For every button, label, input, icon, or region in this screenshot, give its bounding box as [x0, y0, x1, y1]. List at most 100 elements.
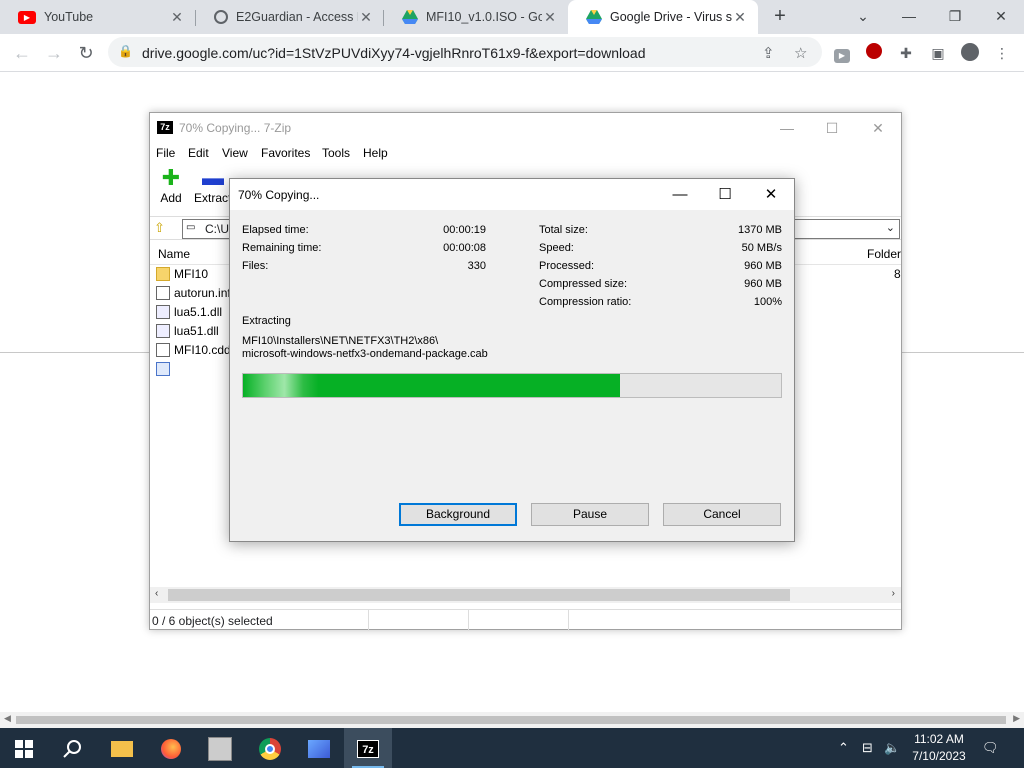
- tab-google-drive-virus-scan[interactable]: Google Drive - Virus sc ✕: [568, 0, 758, 34]
- back-arrow-icon[interactable]: ←: [8, 39, 36, 67]
- bookmark-star-icon[interactable]: ☆: [794, 44, 807, 62]
- minimize-icon[interactable]: —: [660, 183, 700, 207]
- dialog-title: 70% Copying...: [238, 188, 320, 202]
- extract-button[interactable]: ▬ Extract: [194, 165, 234, 205]
- close-icon[interactable]: ✕: [732, 9, 748, 25]
- reload-icon[interactable]: ↻: [72, 39, 100, 67]
- url-text: drive.google.com/uc?id=1StVzPUVdiXyy74-v…: [142, 45, 646, 61]
- menu-edit[interactable]: Edit: [188, 146, 209, 160]
- app2-icon[interactable]: [295, 728, 343, 768]
- menu-help[interactable]: Help: [363, 146, 388, 160]
- archive-file-icon: [156, 362, 170, 376]
- tab-youtube[interactable]: ▶ YouTube ✕: [0, 0, 195, 34]
- file-list-horizontal-scrollbar[interactable]: ‹ ›: [150, 587, 901, 603]
- processed-label: Processed:: [539, 260, 595, 272]
- share-icon[interactable]: ⇪: [762, 44, 775, 62]
- maximize-icon[interactable]: ☐: [705, 183, 745, 207]
- taskbar-clock[interactable]: 11:02 AM 7/10/2023: [906, 731, 972, 765]
- file-name: MFI10.cdd: [174, 343, 231, 357]
- firefox-icon[interactable]: [147, 728, 195, 768]
- dialog-titlebar: 70% Copying... — ☐ ✕: [230, 179, 794, 210]
- background-button[interactable]: Background: [399, 503, 517, 526]
- drive-icon: ▭: [186, 222, 196, 233]
- menu-kebab-icon[interactable]: ⋮: [992, 43, 1012, 63]
- files-value: 330: [467, 260, 486, 272]
- tab-title: E2Guardian - Access De: [236, 10, 358, 24]
- tab-e2guardian[interactable]: E2Guardian - Access De ✕: [196, 0, 384, 34]
- close-window-icon[interactable]: ✕: [978, 0, 1024, 34]
- scroll-left-icon[interactable]: ‹: [155, 588, 158, 599]
- side-panel-icon[interactable]: ▣: [928, 43, 948, 63]
- new-tab-button[interactable]: +: [768, 5, 792, 29]
- chevron-down-icon[interactable]: ⌄: [886, 221, 895, 234]
- list-item[interactable]: [156, 362, 174, 381]
- minimize-icon[interactable]: —: [772, 117, 802, 139]
- list-item[interactable]: lua51.dll: [156, 324, 219, 343]
- tray-chevron-up-icon[interactable]: ⌃: [838, 728, 849, 768]
- scroll-left-icon[interactable]: ◀: [4, 713, 11, 724]
- speed-value: 50 MB/s: [741, 242, 782, 254]
- clock-time: 11:02 AM: [914, 732, 964, 746]
- chrome-icon[interactable]: [246, 728, 294, 768]
- extensions-puzzle-icon[interactable]: ✚: [896, 43, 916, 63]
- scroll-right-icon[interactable]: ▶: [1013, 713, 1020, 724]
- list-item[interactable]: lua5.1.dll: [156, 305, 222, 324]
- close-icon[interactable]: ✕: [169, 9, 185, 25]
- menu-file[interactable]: File: [156, 146, 175, 160]
- windows-taskbar: 7z ⌃ ⊟ 🔈 11:02 AM 7/10/2023 🗨: [0, 728, 1024, 768]
- menu-tools[interactable]: Tools: [322, 146, 350, 160]
- volume-muted-icon[interactable]: 🔈: [884, 728, 900, 768]
- address-bar[interactable]: 🔒 drive.google.com/uc?id=1StVzPUVdiXyy74…: [108, 37, 822, 67]
- status-separator: [368, 610, 369, 631]
- compressed-size-value: 960 MB: [744, 278, 782, 290]
- menu-favorites[interactable]: Favorites: [261, 146, 310, 160]
- file-name: MFI10: [174, 267, 209, 281]
- list-item[interactable]: MFI10: [156, 267, 208, 286]
- compressed-size-label: Compressed size:: [539, 278, 628, 290]
- add-label: Add: [160, 191, 182, 205]
- extension-play-icon[interactable]: ▶: [832, 43, 852, 63]
- file-explorer-icon[interactable]: [98, 728, 146, 768]
- list-item[interactable]: MFI10.cdd: [156, 343, 231, 362]
- close-icon[interactable]: ✕: [863, 117, 893, 139]
- notification-icon[interactable]: 🗨: [982, 728, 1002, 768]
- windows-start-icon[interactable]: [0, 728, 48, 768]
- scrollbar-thumb[interactable]: [16, 716, 1006, 724]
- status-separator: [468, 610, 469, 631]
- restore-icon[interactable]: ❐: [932, 0, 978, 34]
- close-icon[interactable]: ✕: [751, 183, 791, 207]
- add-button[interactable]: ✚ Add: [158, 165, 184, 205]
- search-icon[interactable]: [48, 728, 96, 768]
- current-path-line1: MFI10\Installers\NET\NETFX3\TH2\x86\: [242, 335, 439, 347]
- 7zip-icon[interactable]: 7z: [344, 728, 392, 768]
- list-item[interactable]: autorun.inf: [156, 286, 231, 305]
- column-folders[interactable]: Folder: [867, 247, 901, 261]
- network-icon[interactable]: ⊟: [862, 728, 873, 768]
- forward-arrow-icon[interactable]: →: [40, 39, 68, 67]
- extension-red-icon[interactable]: [864, 43, 884, 63]
- tab-search-chevron-icon[interactable]: ⌄: [840, 0, 886, 34]
- 7zip-app-icon: 7z: [157, 121, 173, 134]
- menu-view[interactable]: View: [222, 146, 248, 160]
- maximize-icon[interactable]: ☐: [817, 117, 847, 139]
- column-name[interactable]: Name: [158, 247, 190, 261]
- tab-mfi10-iso[interactable]: MFI10_v1.0.ISO - Goog ✕: [384, 0, 568, 34]
- minimize-icon[interactable]: —: [886, 0, 932, 34]
- folder-up-icon[interactable]: ⇧: [154, 220, 172, 238]
- 7zip-titlebar: 7z 70% Copying... 7-Zip — ☐ ✕: [150, 113, 901, 143]
- cancel-button[interactable]: Cancel: [663, 503, 781, 526]
- google-drive-icon: [586, 10, 602, 24]
- close-icon[interactable]: ✕: [542, 9, 558, 25]
- browser-toolbar: ← → ↻ 🔒 drive.google.com/uc?id=1StVzPUVd…: [0, 34, 1024, 72]
- pause-button[interactable]: Pause: [531, 503, 649, 526]
- close-icon[interactable]: ✕: [358, 9, 374, 25]
- total-size-value: 1370 MB: [737, 224, 782, 236]
- browser-tabstrip: ▶ YouTube ✕ E2Guardian - Access De ✕ MFI…: [0, 0, 1024, 34]
- scrollbar-thumb[interactable]: [168, 589, 790, 601]
- tab-title: Google Drive - Virus sc: [610, 10, 732, 24]
- file-name: lua51.dll: [174, 324, 219, 338]
- page-horizontal-scrollbar[interactable]: ◀ ▶: [0, 712, 1024, 728]
- profile-avatar-icon[interactable]: [960, 43, 980, 63]
- scroll-right-icon[interactable]: ›: [892, 588, 895, 599]
- app-icon[interactable]: [196, 728, 244, 768]
